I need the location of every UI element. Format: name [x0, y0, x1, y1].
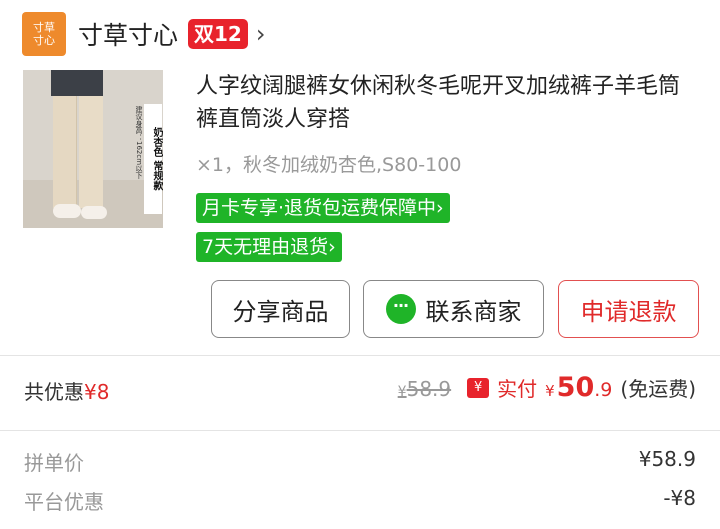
detail-row-platform-discount: 平台优惠 -¥8 — [24, 486, 696, 515]
discount-amount: ¥8 — [84, 380, 110, 404]
detail-row-group-price: 拼单价 ¥58.9 — [24, 447, 696, 476]
divider — [0, 430, 720, 431]
order-card: 寸草 寸心 寸草寸心 双12 › 建议身高：162cm以下 奶杏色 常规款 人字… — [0, 0, 720, 529]
original-price-value: 58.9 — [406, 377, 452, 401]
image-height-tag: 建议身高：162cm以下 — [135, 106, 143, 180]
image-trouser-leg-left — [53, 96, 77, 208]
store-logo-text-2: 寸心 — [33, 34, 55, 47]
chevron-right-icon[interactable]: › — [256, 20, 266, 48]
chat-icon — [385, 294, 416, 324]
image-shoe-right — [81, 206, 107, 219]
paid-amount-integer: 50 — [556, 372, 595, 403]
image-top — [51, 70, 103, 96]
refund-label: 申请退款 — [580, 297, 677, 326]
detail-label: 平台优惠 — [24, 490, 104, 514]
store-logo-text-1: 寸草 — [33, 21, 55, 34]
paid-label: 实付 — [497, 377, 538, 401]
paid-symbol: ¥ — [545, 382, 555, 400]
promo-return-shipping[interactable]: 月卡专享·退货包运费保障中› — [196, 193, 450, 223]
detail-label: 拼单价 — [24, 451, 84, 475]
original-price: ¥58.9 — [398, 377, 451, 401]
payment-summary: ¥58.9 ¥ 实付 ¥ 50 .9 (免运费) — [398, 372, 696, 403]
contact-seller-button[interactable]: 联系商家 — [363, 280, 544, 338]
promo-7day-return[interactable]: 7天无理由退货› — [196, 232, 342, 262]
total-discount: 共优惠¥8 — [24, 376, 109, 405]
image-color-tag: 奶杏色 常规款 — [144, 104, 162, 214]
image-trouser-leg-right — [79, 96, 103, 208]
divider — [0, 355, 720, 356]
original-price-symbol: ¥ — [397, 384, 407, 400]
yen-icon: ¥ — [467, 377, 490, 398]
share-product-button[interactable]: 分享商品 — [211, 280, 350, 338]
image-shoe-left — [53, 204, 81, 218]
share-label: 分享商品 — [232, 297, 329, 326]
shipping-note: (免运费) — [620, 377, 696, 401]
contact-label: 联系商家 — [425, 297, 522, 326]
product-spec: ×1，秋冬加绒奶杏色,S80-100 — [196, 154, 462, 176]
product-title[interactable]: 人字纹阔腿裤女休闲秋冬毛呢开叉加绒裤子羊毛筒裤直筒淡人穿搭 — [196, 70, 696, 136]
store-header[interactable]: 寸草 寸心 寸草寸心 双12 › — [22, 12, 265, 56]
detail-value: ¥58.9 — [638, 447, 696, 471]
detail-value: -¥8 — [663, 486, 696, 510]
paid-amount-decimal: .9 — [594, 379, 613, 401]
discount-label: 共优惠 — [24, 380, 84, 404]
double12-badge: 双12 — [188, 19, 248, 49]
store-name[interactable]: 寸草寸心 — [78, 16, 178, 52]
request-refund-button[interactable]: 申请退款 — [558, 280, 699, 338]
store-logo: 寸草 寸心 — [22, 12, 66, 56]
product-image[interactable]: 建议身高：162cm以下 奶杏色 常规款 — [23, 70, 163, 228]
